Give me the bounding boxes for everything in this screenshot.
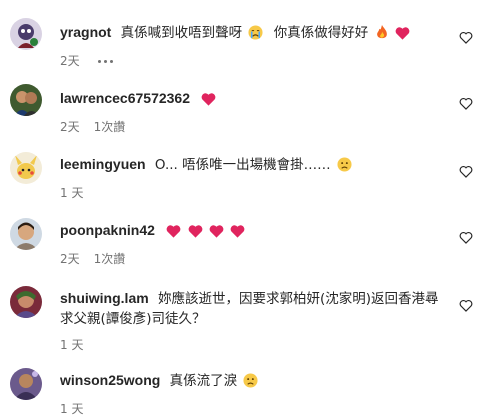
heart-outline-icon[interactable]: [459, 163, 473, 178]
comment-list: yragnot 真係喊到收唔到聲呀 你真係做得好好 2天 lawrencec67…: [0, 0, 481, 416]
comment-text: 真係流了淚: [169, 373, 238, 389]
comment-username[interactable]: poonpaknin42: [60, 222, 155, 238]
heart-outline-icon[interactable]: [459, 297, 473, 312]
comment-likes[interactable]: 1次讚: [94, 252, 126, 266]
comment-item: yragnot 真係喊到收唔到聲呀 你真係做得好好 2天: [0, 0, 481, 68]
red-heart-emoji: [201, 92, 216, 112]
fire-emoji: [375, 25, 389, 46]
red-heart-emoji: [395, 26, 410, 46]
avatar[interactable]: [10, 368, 42, 400]
sad-face-emoji: [243, 373, 258, 394]
comment-time: 1 天: [60, 338, 84, 352]
comment-item: leemingyuen O... 唔係唯一出場機會掛…… 1 天: [0, 134, 481, 200]
comment-time: 2天: [60, 120, 80, 134]
red-heart-emoji: [230, 224, 245, 244]
comment-item: winson25wong 真係流了淚 1 天: [0, 354, 481, 416]
comment-text: O... 唔係唯一出場機會掛……: [154, 157, 331, 173]
comment-item: poonpaknin42 2天 1次讚: [0, 200, 481, 270]
comment-text: 真係喊到收唔到聲呀: [120, 25, 243, 41]
more-dots-icon[interactable]: [97, 59, 113, 63]
comment-time: 1 天: [60, 402, 84, 416]
red-heart-emoji: [209, 224, 224, 244]
comment-item: shuiwing.lam 妳應該逝世，因要求郭柏妍(沈家明)返回香港尋求父親(譚…: [0, 270, 481, 354]
avatar[interactable]: [10, 18, 42, 50]
red-heart-emoji: [188, 224, 203, 244]
avatar[interactable]: [10, 152, 42, 184]
comment-likes[interactable]: 1次讚: [94, 120, 126, 134]
comment-username[interactable]: shuiwing.lam: [60, 290, 149, 306]
comment-text-2: 你真係做得好好: [273, 25, 369, 41]
comment-time: 2天: [60, 252, 80, 266]
comment-time: 1 天: [60, 186, 84, 200]
crying-face-emoji: [248, 25, 263, 46]
comment-username[interactable]: yragnot: [60, 24, 111, 40]
red-heart-emoji: [166, 224, 181, 244]
comment-username[interactable]: leemingyuen: [60, 156, 146, 172]
comment-username[interactable]: winson25wong: [60, 372, 160, 388]
heart-outline-icon[interactable]: [459, 95, 473, 110]
sad-face-emoji: [337, 157, 352, 178]
comment-username[interactable]: lawrencec67572362: [60, 90, 190, 106]
avatar[interactable]: [10, 218, 42, 250]
heart-outline-icon[interactable]: [459, 29, 473, 44]
heart-outline-icon[interactable]: [459, 229, 473, 244]
avatar[interactable]: [10, 286, 42, 318]
comment-item: lawrencec67572362 2天 1次讚: [0, 66, 481, 134]
avatar[interactable]: [10, 84, 42, 116]
